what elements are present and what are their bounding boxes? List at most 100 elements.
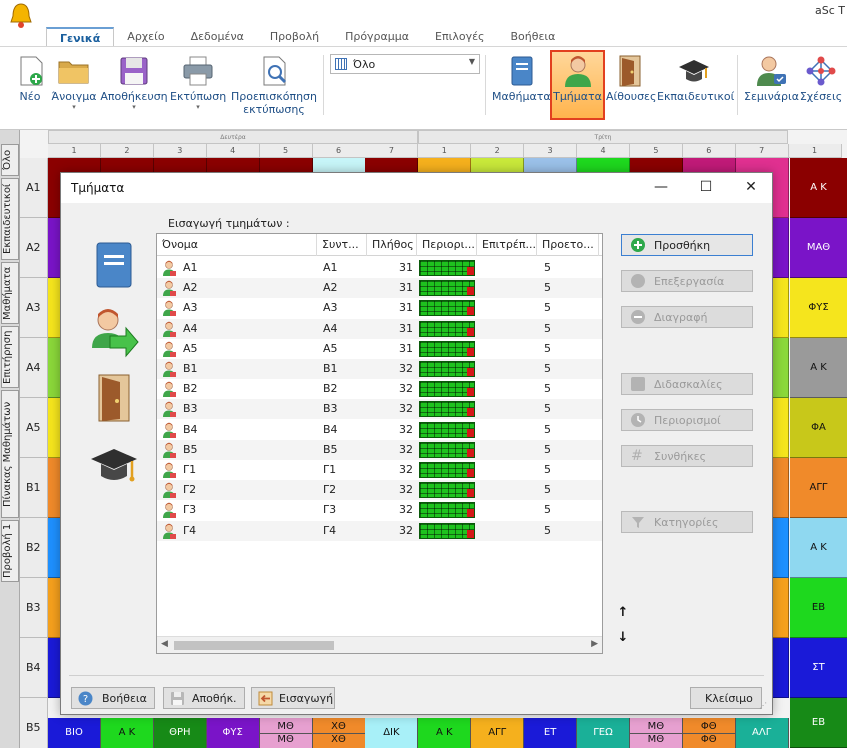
list-item[interactable]: B2 B2 32 5: [157, 379, 602, 399]
bell-logo-icon[interactable]: [8, 2, 34, 30]
tab-help[interactable]: Βοήθεια: [498, 27, 569, 47]
print-preview-button[interactable]: Προεπισκόπηση εκτύπωσης: [230, 52, 318, 122]
lesson-cell[interactable]: Α Κ: [790, 338, 847, 398]
lesson-cell[interactable]: ΜΑΘ: [790, 218, 847, 278]
list-item[interactable]: Γ1 Γ1 32 5: [157, 460, 602, 480]
lessons-button[interactable]: Διδασκαλίες: [621, 373, 753, 395]
lesson-cell-b5[interactable]: ΑΓΓ: [471, 718, 525, 748]
tab-general[interactable]: Γενικά: [46, 27, 115, 47]
list-item[interactable]: A2 A2 31 5: [157, 278, 602, 299]
side-tab-lessons-table[interactable]: Πίνακας Μαθημάτων: [1, 390, 19, 518]
column-header-prep[interactable]: Προετο...: [537, 234, 599, 256]
class-row-label[interactable]: B3: [20, 578, 48, 638]
lesson-cell-b5[interactable]: ΕΤ: [524, 718, 578, 748]
side-tab-subjects[interactable]: Μαθήματα: [1, 262, 19, 324]
class-row-label[interactable]: B5: [20, 698, 48, 748]
list-item[interactable]: A3 A3 31 5: [157, 298, 602, 318]
import-button[interactable]: Εισαγωγή: [251, 687, 335, 709]
constraints-grid[interactable]: [419, 361, 475, 377]
constraints-grid[interactable]: [419, 320, 475, 337]
new-button[interactable]: Νέο: [14, 52, 46, 122]
class-row-label[interactable]: A3: [20, 278, 48, 338]
constraints-grid[interactable]: [419, 260, 475, 276]
constraints-grid[interactable]: [419, 280, 475, 297]
view-select[interactable]: Όλο ▼: [330, 54, 480, 74]
lesson-cell-b5[interactable]: ΑΛΓ: [735, 718, 789, 748]
rooms-button[interactable]: Αίθουσες: [606, 52, 656, 122]
constraints-grid[interactable]: [419, 502, 475, 519]
rooms-door-icon[interactable]: [96, 373, 132, 423]
class-row-label[interactable]: A1: [20, 158, 48, 218]
scroll-left-icon[interactable]: ◀: [161, 639, 168, 649]
class-row-label[interactable]: B2: [20, 518, 48, 578]
list-item[interactable]: Γ4 Γ4 32 5: [157, 520, 602, 541]
tab-data[interactable]: Δεδομένα: [178, 27, 257, 47]
list-item[interactable]: B1 B1 32 5: [157, 359, 602, 379]
list-item[interactable]: A4 A4 31 5: [157, 318, 602, 339]
classes-list[interactable]: Όνομα Συντ... Πλήθος Περιορι... Επιτρέπ.…: [156, 233, 603, 654]
teachers-cap-icon[interactable]: [89, 443, 139, 489]
save-list-button[interactable]: Αποθήκ.: [163, 687, 245, 709]
lesson-cell[interactable]: ΦΥΣ: [790, 278, 847, 338]
list-item[interactable]: B3 B3 32 5: [157, 399, 602, 420]
constraints-grid[interactable]: [419, 482, 475, 499]
class-row-label[interactable]: A2: [20, 218, 48, 278]
list-item[interactable]: A5 A5 31 5: [157, 339, 602, 359]
move-up-arrow-icon[interactable]: ↑: [616, 605, 630, 621]
relations-button[interactable]: Σχέσεις: [799, 52, 843, 122]
open-button[interactable]: Άνοιγμα ▾: [50, 52, 98, 122]
class-row-label[interactable]: B4: [20, 638, 48, 698]
teachers-button[interactable]: Εκπαιδευτικοί: [657, 52, 734, 122]
constraints-grid[interactable]: [419, 300, 475, 317]
class-row-label[interactable]: A4: [20, 338, 48, 398]
chevron-down-icon[interactable]: ▼: [469, 57, 475, 66]
list-item[interactable]: Γ2 Γ2 32 5: [157, 480, 602, 501]
lesson-cell-b5[interactable]: Α Κ: [418, 718, 472, 748]
lesson-cell[interactable]: Α Κ: [790, 158, 847, 218]
lesson-cell-b5[interactable]: ΜΘ ΜΘ: [629, 718, 683, 748]
class-row-label[interactable]: A5: [20, 398, 48, 458]
scrollbar-thumb[interactable]: [174, 641, 334, 650]
lesson-cell-b5[interactable]: Α Κ: [100, 718, 154, 748]
lesson-cell[interactable]: ΕΒ: [790, 578, 847, 638]
column-header-constraints[interactable]: Περιορι...: [417, 234, 477, 256]
classes-button[interactable]: Τμήματα: [550, 50, 605, 120]
constraints-grid[interactable]: [419, 381, 475, 398]
lesson-cell-b5[interactable]: ΦΥΣ: [206, 718, 260, 748]
constraints-grid[interactable]: [419, 421, 475, 438]
lesson-cell[interactable]: ΣΤ: [790, 638, 847, 698]
horizontal-scrollbar[interactable]: ◀ ▶: [157, 636, 602, 653]
classes-import-icon[interactable]: [88, 306, 140, 358]
print-dropdown-icon[interactable]: ▾: [170, 103, 226, 111]
edit-button[interactable]: Επεξεργασία: [621, 270, 753, 292]
constraints-grid[interactable]: [419, 401, 475, 418]
lesson-cell-b5[interactable]: ΦΘ ΦΘ: [682, 718, 736, 748]
close-button[interactable]: Κλείσιμο: [690, 687, 762, 709]
list-item[interactable]: Γ3 Γ3 32 5: [157, 500, 602, 520]
constraints-grid[interactable]: [419, 522, 475, 539]
open-dropdown-icon[interactable]: ▾: [50, 103, 98, 111]
constraints-grid[interactable]: [419, 462, 475, 478]
lesson-cell-b5[interactable]: ΧΘ ΧΘ: [312, 718, 366, 748]
side-tab-teachers[interactable]: Εκπαιδευτικοί: [1, 178, 19, 260]
tab-file[interactable]: Αρχείο: [114, 27, 177, 47]
conditions-button[interactable]: # Συνθήκες: [621, 445, 753, 467]
column-header-short[interactable]: Συντ...: [317, 234, 367, 256]
scroll-right-icon[interactable]: ▶: [591, 639, 598, 649]
side-tab-view-1[interactable]: Προβολή 1: [1, 520, 19, 582]
lesson-cell-b5[interactable]: ΒΙΟ: [48, 718, 101, 748]
help-button[interactable]: ? Βοήθεια: [71, 687, 155, 709]
lesson-cell[interactable]: ΦΑ: [790, 398, 847, 458]
seminars-button[interactable]: Σεμινάρια: [744, 52, 799, 122]
save-button[interactable]: Αποθήκευση ▾: [100, 52, 168, 122]
minimize-icon[interactable]: —: [646, 178, 676, 198]
lesson-cell[interactable]: ΕΒ: [790, 698, 847, 748]
list-item[interactable]: A1 A1 31 5: [157, 258, 602, 278]
lesson-cell[interactable]: ΑΓΓ: [790, 458, 847, 518]
delete-button[interactable]: Διαγραφή: [621, 306, 753, 328]
lesson-cell[interactable]: Α Κ: [790, 518, 847, 578]
side-tab-supervision[interactable]: Επιτήρηση: [1, 326, 19, 388]
maximize-icon[interactable]: ☐: [691, 178, 721, 198]
categories-button[interactable]: Κατηγορίες: [621, 511, 753, 533]
list-item[interactable]: B5 B5 32 5: [157, 439, 602, 460]
